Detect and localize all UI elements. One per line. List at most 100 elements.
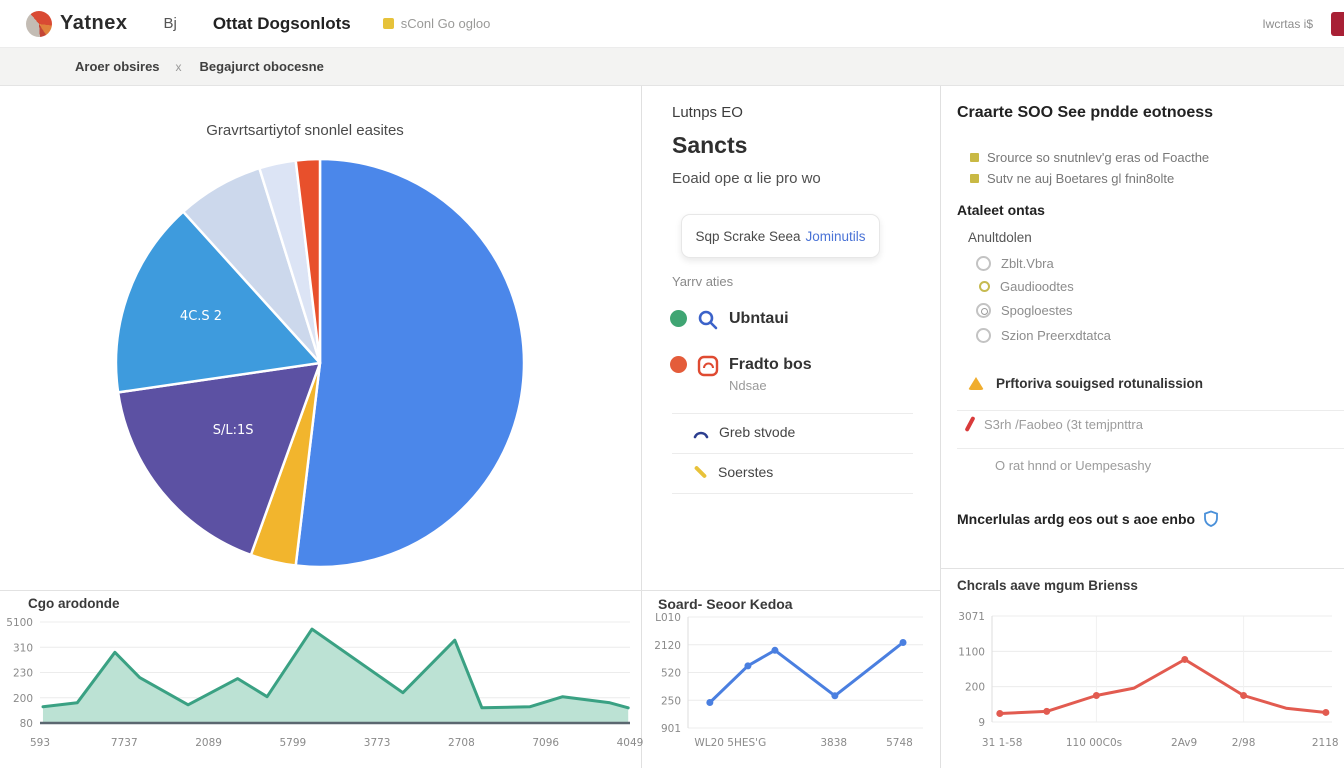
- green-status-dot-icon: [670, 310, 687, 327]
- svg-text:5799: 5799: [279, 737, 306, 749]
- dashboard-page: Yatnex Bj Ottat Dogsonlots sConl Go oglo…: [0, 0, 1344, 768]
- svg-text:520: 520: [661, 668, 681, 680]
- note-label: O rat hnnd or Uempesashy: [995, 458, 1151, 473]
- red-chart-title: Chcrals aave mgum Brienss: [957, 578, 1138, 593]
- bullet-text: Srource so snutnlev'g eras od Foacthe: [987, 150, 1209, 165]
- list-item-sub: Ndsae: [729, 378, 812, 393]
- divider: [672, 493, 913, 494]
- radio-option-1[interactable]: Zblt.Vbra: [976, 256, 1054, 271]
- error-item[interactable]: S3rh /Faobeo (3t temjpnttra: [968, 416, 1143, 432]
- arc-icon: [693, 427, 709, 439]
- badge-square-icon: [383, 18, 394, 29]
- list-item-label: Greb stvode: [719, 422, 795, 442]
- svg-text:3838: 3838: [820, 737, 847, 749]
- svg-text:2/98: 2/98: [1232, 737, 1256, 749]
- nav-badge-label: sConl Go ogloo: [401, 16, 491, 31]
- list-item-label: Ubntaui: [729, 308, 789, 330]
- yandex-logo-icon: [26, 11, 52, 37]
- score-line-chart: L0102120520250901WL20 5HES'G38385748: [645, 600, 933, 752]
- settings-subheading: Ataleet ontas: [957, 202, 1045, 218]
- panel-title: Sancts: [672, 132, 747, 159]
- nav-app-title[interactable]: Ottat Dogsonlots: [213, 14, 351, 34]
- svg-text:2120: 2120: [654, 640, 681, 652]
- filter-tag-1[interactable]: Aroer obsires: [75, 59, 160, 74]
- svg-text:S/L:1S: S/L:1S: [213, 423, 254, 438]
- settings-panel: Craarte SOO See pndde eotnoess Srource s…: [940, 86, 1344, 768]
- radio-icon[interactable]: [976, 328, 991, 343]
- tag-close-icon[interactable]: x: [176, 60, 182, 74]
- error-label: S3rh /Faobeo (3t temjpnttra: [984, 417, 1143, 432]
- list-item-browser[interactable]: Fradto bos Ndsae: [670, 354, 812, 393]
- list-item-label: Fradto bos: [729, 356, 812, 373]
- bullet-item: Srource so snutnlev'g eras od Foacthe: [970, 150, 1209, 165]
- radio-label: Szion Preerxdtatca: [1001, 328, 1111, 343]
- corner-button[interactable]: [1331, 12, 1344, 36]
- svg-text:2089: 2089: [195, 737, 222, 749]
- services-panel: Lutnps EO Sancts Eoaid ope α lie pro wo …: [641, 86, 940, 768]
- radio-label: Gaudioodtes: [1000, 279, 1074, 294]
- list-item-search[interactable]: Ubntaui: [670, 308, 789, 331]
- list-item-label: Soerstes: [718, 462, 773, 482]
- radio-icon[interactable]: [976, 256, 991, 271]
- bullet-square-icon: [970, 153, 979, 162]
- shield-icon: [1203, 510, 1219, 527]
- panel-subtitle: Eoaid ope α lie pro wo: [672, 170, 821, 187]
- svg-text:230: 230: [13, 668, 33, 680]
- radio-label: Zblt.Vbra: [1001, 256, 1054, 271]
- bullet-text: Sutv ne auj Boetares gl fnin8olte: [987, 171, 1174, 186]
- action-card-text: Sqp Scrake Seea: [695, 229, 800, 244]
- svg-text:5100: 5100: [6, 617, 33, 629]
- radio-option-2[interactable]: Gaudioodtes: [976, 279, 1074, 294]
- red-slash-icon: [964, 416, 975, 432]
- nav-by-label: Bj: [163, 15, 176, 32]
- filter-tag-2[interactable]: Begajurct obocesne: [200, 59, 324, 74]
- bullet-square-icon: [970, 174, 979, 183]
- list-item-arc[interactable]: Greb stvode: [693, 422, 795, 442]
- panel-footer: Mncerlulas ardg eos out s aoe enbo: [957, 510, 1219, 527]
- services-list-label: Yarrv aties: [672, 274, 733, 289]
- action-card[interactable]: Sqp Scrake Seea Jominutils: [681, 214, 880, 258]
- svg-text:2708: 2708: [448, 737, 475, 749]
- radio-option-3[interactable]: Spogloestes: [976, 303, 1073, 318]
- browser-app-icon: [697, 355, 719, 377]
- svg-text:80: 80: [20, 718, 33, 730]
- radio-option-4[interactable]: Szion Preerxdtatca: [976, 328, 1111, 343]
- header-right: Iwcrtas i$: [1262, 12, 1344, 36]
- svg-text:L010: L010: [655, 612, 681, 624]
- svg-text:5748: 5748: [886, 737, 913, 749]
- divider: [672, 453, 913, 454]
- top-header: Yatnex Bj Ottat Dogsonlots sConl Go oglo…: [0, 0, 1344, 48]
- svg-text:WL20 5HES'G: WL20 5HES'G: [694, 737, 766, 749]
- warning-triangle-icon: [968, 377, 984, 390]
- svg-text:2118: 2118: [1312, 737, 1339, 749]
- errors-line-chart: 30711100200931 1-58110 00C0s2Av92/982118: [940, 598, 1344, 752]
- svg-text:3071: 3071: [958, 611, 985, 623]
- red-status-dot-icon: [670, 356, 687, 373]
- svg-text:593: 593: [30, 737, 50, 749]
- header-right-text: Iwcrtas i$: [1262, 17, 1313, 31]
- svg-text:3773: 3773: [364, 737, 391, 749]
- warning-item[interactable]: Prftoriva souigsed rotunalission: [968, 376, 1203, 391]
- svg-text:31 1-58: 31 1-58: [982, 737, 1023, 749]
- svg-text:2Av9: 2Av9: [1171, 737, 1197, 749]
- radio-icon[interactable]: [976, 303, 991, 318]
- list-item-slash[interactable]: Soerstes: [693, 462, 773, 482]
- yandex-logo[interactable]: Yatnex: [26, 11, 127, 37]
- divider: [957, 448, 1344, 449]
- svg-text:1100: 1100: [958, 646, 985, 658]
- svg-text:901: 901: [661, 723, 681, 735]
- radio-group-label: Anultdolen: [968, 230, 1032, 245]
- svg-text:310: 310: [13, 642, 33, 654]
- svg-text:7096: 7096: [532, 737, 559, 749]
- filter-tagbar: Aroer obsires x Begajurct obocesne: [0, 48, 1344, 86]
- svg-text:4049: 4049: [617, 737, 644, 749]
- svg-text:9: 9: [978, 717, 985, 729]
- divider: [672, 413, 913, 414]
- traffic-sources-pie-chart: S/L:1S4C.S 2: [113, 156, 527, 570]
- nav-badge[interactable]: sConl Go ogloo: [383, 16, 491, 31]
- svg-text:110 00C0s: 110 00C0s: [1066, 737, 1122, 749]
- action-card-link[interactable]: Jominutils: [806, 229, 866, 244]
- svg-text:200: 200: [13, 693, 33, 705]
- radio-icon[interactable]: [979, 281, 990, 292]
- bullet-item: Sutv ne auj Boetares gl fnin8olte: [970, 171, 1174, 186]
